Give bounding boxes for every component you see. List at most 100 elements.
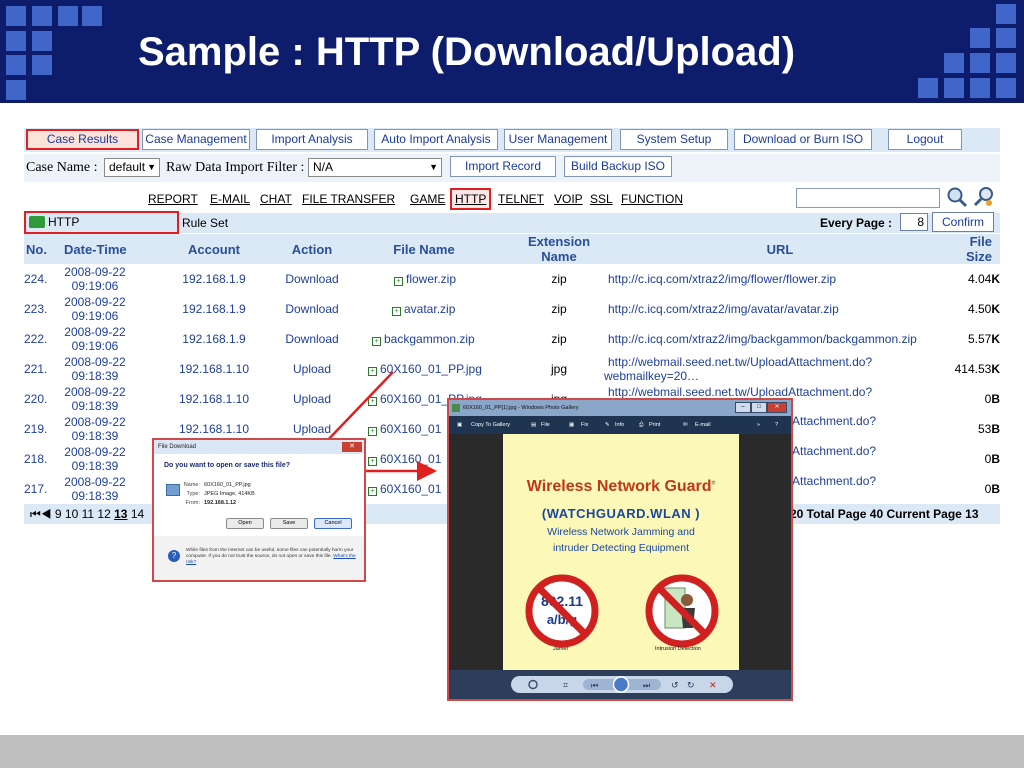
http-upload-download-tab[interactable]: HTTP Upload/Download [24, 211, 179, 248]
more-icon[interactable]: » [757, 416, 760, 434]
file-icon: + [368, 427, 377, 436]
file-icon: + [368, 487, 377, 496]
row-url[interactable]: Attachment.do? [792, 414, 876, 428]
slide-title: Sample : HTTP (Download/Upload) [138, 30, 796, 74]
page-10[interactable]: 10 [65, 507, 78, 521]
nav-system-setup[interactable]: System Setup [620, 129, 728, 150]
search-input[interactable] [796, 188, 940, 208]
nav-import-analysis[interactable]: Import Analysis [256, 129, 368, 150]
close-icon[interactable]: ✕ [767, 402, 787, 413]
table-row[interactable]: 221. 2008-09-22 09:18:39 192.168.1.10 Upl… [24, 354, 1000, 384]
page-11[interactable]: 11 [82, 507, 94, 521]
menu-copy-to-gallery[interactable]: Copy To Gallery [471, 416, 510, 434]
menu-fix[interactable]: Fix [581, 416, 588, 434]
next-icon[interactable]: ⏭ [643, 681, 650, 690]
nav-auto-import-analysis[interactable]: Auto Import Analysis [374, 129, 498, 150]
category-ssl[interactable]: SSL [590, 192, 613, 206]
first-prev-icon[interactable]: ⏮◀ [30, 507, 52, 521]
row-file[interactable]: +60X160_01_PP.jpg [368, 362, 482, 376]
category-email[interactable]: E-MAIL [210, 192, 250, 206]
row-file[interactable]: + flower.zip [394, 272, 456, 286]
row-file[interactable]: + backgammon.zip [372, 332, 475, 346]
row-url[interactable]: http://webmail.seed.net.tw/UploadAttachm… [604, 355, 872, 383]
rotate-left-icon[interactable]: ↺ [671, 681, 679, 691]
cancel-button[interactable]: Cancel [314, 518, 352, 529]
row-url[interactable]: http://webmail.seed.net.tw/UploadAttachm… [608, 385, 872, 399]
page-13-current[interactable]: 13 [114, 507, 127, 521]
row-no: 220. [24, 392, 48, 406]
row-size-unit: B [991, 422, 1000, 436]
page-links: ⏮◀ 9 10 11 12 13 14 [30, 507, 144, 522]
category-telnet[interactable]: TELNET [498, 192, 544, 206]
every-page-input[interactable]: 8 [900, 213, 928, 231]
page-9[interactable]: 9 [55, 507, 62, 521]
menu-email[interactable]: E-mail [695, 416, 711, 434]
row-size: 53B [978, 422, 1000, 436]
row-url[interactable]: Attachment.do? [792, 474, 876, 488]
row-url[interactable]: http://c.icq.com/xtraz2/img/flower/flowe… [608, 272, 836, 286]
open-button[interactable]: Open [226, 518, 264, 529]
row-url[interactable]: Attachment.do? [792, 444, 876, 458]
help-icon[interactable]: ? [775, 416, 778, 434]
row-datetime: 2008-09-22 09:18:39 [62, 355, 128, 383]
table-row[interactable]: 222. 2008-09-22 09:19:06 192.168.1.9 Down… [24, 324, 1000, 354]
import-record-button[interactable]: Import Record [450, 156, 556, 177]
menu-file[interactable]: File [541, 416, 550, 434]
category-voip[interactable]: VOIP [554, 192, 583, 206]
case-name-select[interactable]: default ▼ [104, 158, 160, 177]
filter-select[interactable]: N/A ▼ [308, 158, 442, 177]
search-icon[interactable] [946, 186, 968, 208]
nav-user-management[interactable]: User Management [504, 129, 612, 150]
advanced-search-icon[interactable] [972, 186, 996, 208]
nav-case-results[interactable]: Case Results [26, 129, 139, 150]
category-function[interactable]: FUNCTION [621, 192, 683, 206]
previous-icon[interactable]: ⏮ [591, 681, 598, 690]
gallery-photo: Wireless Network Guard® (WATCHGUARD.WLAN… [503, 434, 739, 670]
decor-square [970, 78, 990, 98]
category-game[interactable]: GAME [410, 192, 445, 206]
maximize-icon[interactable]: □ [751, 402, 767, 413]
dialog-from-row: From: 192.168.1.12 [178, 500, 237, 506]
menu-info[interactable]: Info [615, 416, 624, 434]
fit-icon[interactable]: ⌗ [563, 681, 568, 691]
category-chat[interactable]: CHAT [260, 192, 292, 206]
row-url[interactable]: http://c.icq.com/xtraz2/img/backgammon/b… [608, 332, 917, 346]
decor-square [32, 31, 52, 51]
nav-download-burn-iso[interactable]: Download or Burn ISO [734, 129, 872, 150]
row-file[interactable]: +60X160_01 [368, 482, 441, 496]
table-row[interactable]: 224. 2008-09-22 09:19:06 192.168.1.9 Down… [24, 264, 1000, 294]
slideshow-icon[interactable] [612, 676, 630, 693]
row-datetime: 2008-09-22 09:18:39 [62, 445, 128, 473]
close-icon[interactable]: ✕ [342, 442, 362, 452]
rotate-right-icon[interactable]: ↻ [687, 681, 695, 691]
page-12[interactable]: 12 [97, 507, 110, 521]
confirm-button[interactable]: Confirm [932, 212, 994, 232]
row-file[interactable]: + avatar.zip [392, 302, 455, 316]
row-size: 0B [985, 392, 1000, 406]
type-label: Type: [186, 491, 200, 497]
row-datetime: 2008-09-22 09:18:39 [62, 475, 128, 503]
rule-set-link[interactable]: Rule Set [182, 216, 228, 230]
label-jamer: Jamer [553, 646, 569, 652]
zoom-icon[interactable] [528, 679, 538, 690]
minimize-icon[interactable]: – [735, 402, 751, 413]
decor-square [32, 6, 52, 26]
category-file-transfer[interactable]: FILE TRANSFER [302, 192, 395, 206]
nav-logout[interactable]: Logout [888, 129, 962, 150]
filter-label: Raw Data Import Filter : [166, 160, 305, 175]
case-filter-row: Case Name : default ▼ Raw Data Import Fil… [24, 154, 1000, 182]
save-button[interactable]: Save [270, 518, 308, 529]
name-value: 60X160_01_PP.jpg [204, 482, 251, 488]
header-account: Account [188, 242, 240, 257]
delete-icon[interactable]: ✕ [709, 681, 717, 691]
category-http[interactable]: HTTP [450, 188, 492, 210]
category-report[interactable]: REPORT [148, 192, 198, 206]
row-url[interactable]: http://c.icq.com/xtraz2/img/avatar/avata… [608, 302, 839, 316]
nav-case-management[interactable]: Case Management [142, 129, 250, 150]
row-file[interactable]: +60X160_01 [368, 422, 441, 436]
build-backup-iso-button[interactable]: Build Backup ISO [564, 156, 672, 177]
table-row[interactable]: 223. 2008-09-22 09:19:06 192.168.1.9 Down… [24, 294, 1000, 324]
menu-print[interactable]: Print [649, 416, 660, 434]
row-file[interactable]: +60X160_01 [368, 452, 441, 466]
page-14[interactable]: 14 [131, 507, 144, 521]
